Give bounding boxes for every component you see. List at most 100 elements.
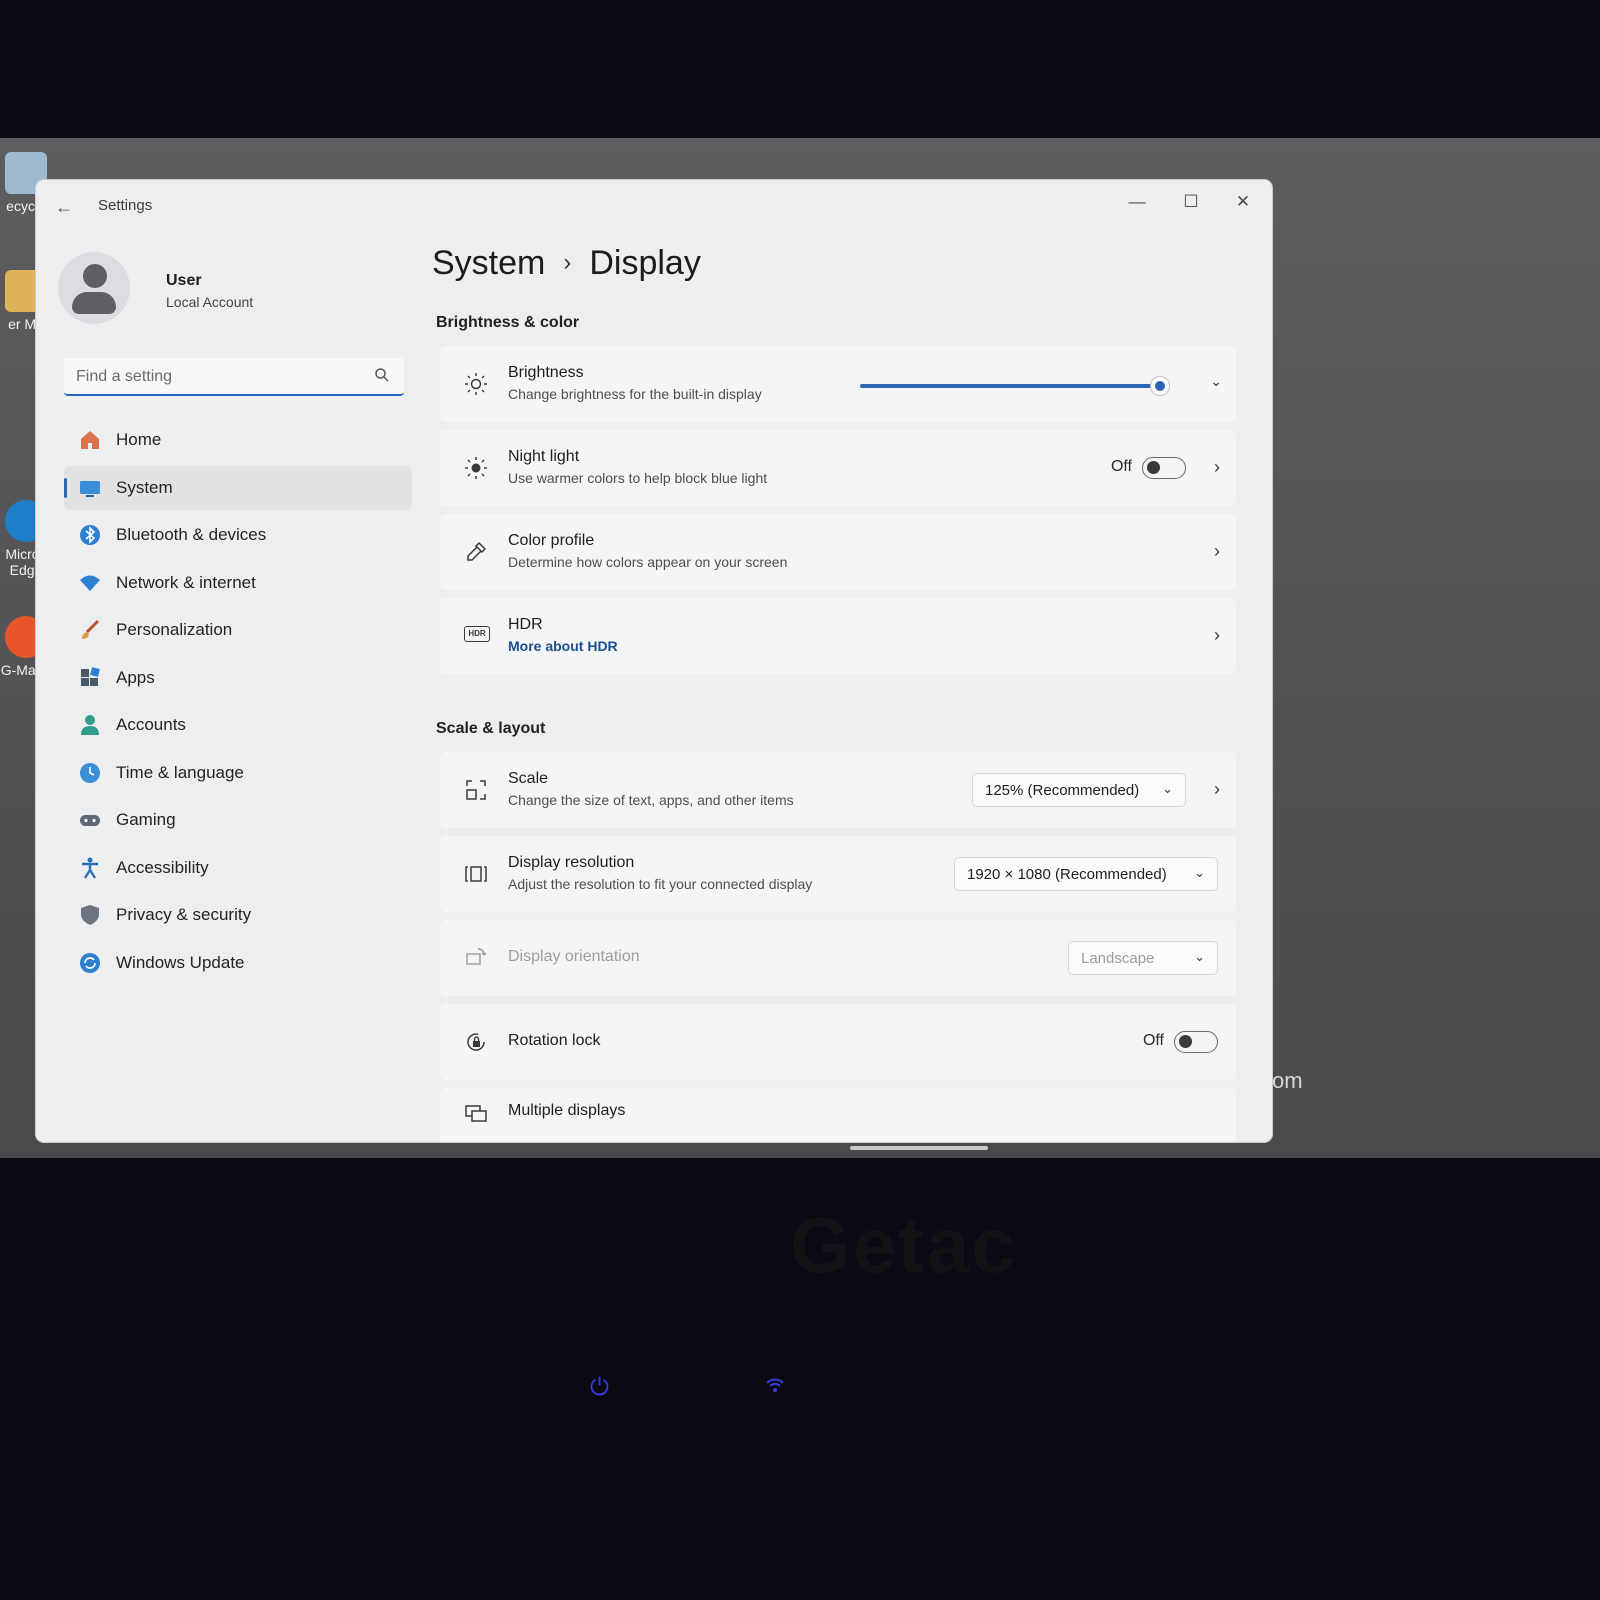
- sidebar-item-gaming[interactable]: Gaming: [64, 798, 412, 842]
- wallpaper-logo-fragment: om: [1272, 1068, 1303, 1093]
- sidebar-item-bluetooth[interactable]: Bluetooth & devices: [64, 513, 412, 557]
- chevron-right-icon[interactable]: ›: [1214, 541, 1220, 562]
- display-resolution-card[interactable]: Display resolution Adjust the resolution…: [440, 836, 1236, 912]
- search-icon[interactable]: [374, 367, 390, 383]
- night-light-icon: [465, 457, 487, 479]
- maximize-button[interactable]: ☐: [1166, 186, 1216, 218]
- avatar-body-shape: [72, 292, 116, 314]
- sidebar-item-accounts[interactable]: Accounts: [64, 703, 412, 747]
- gamepad-icon: [80, 815, 100, 826]
- breadcrumb-parent[interactable]: System: [432, 244, 545, 282]
- brightness-slider-thumb[interactable]: [1151, 377, 1169, 395]
- chevron-down-icon[interactable]: ⌄: [1210, 373, 1222, 390]
- eyedropper-icon: [467, 541, 487, 561]
- chevron-down-icon: ⌄: [1194, 949, 1205, 964]
- sidebar-item-label: Network & internet: [116, 572, 256, 592]
- sidebar-item-label: Personalization: [116, 620, 233, 639]
- display-orientation-title: Display orientation: [508, 948, 640, 965]
- display-resolution-dropdown[interactable]: 1920 × 1080 (Recommended) ⌄: [954, 857, 1218, 891]
- wifi-led-icon: [764, 1374, 786, 1403]
- sidebar-item-apps[interactable]: Apps: [64, 656, 412, 700]
- monitor-icon: [80, 480, 100, 497]
- night-light-toggle[interactable]: [1142, 457, 1186, 479]
- account-type: Local Account: [166, 294, 254, 310]
- scale-title: Scale: [508, 770, 549, 787]
- sun-icon: [465, 373, 487, 395]
- sidebar-item-label: Accounts: [116, 715, 186, 734]
- brightness-slider[interactable]: [860, 377, 1169, 395]
- rotation-lock-title: Rotation lock: [508, 1032, 601, 1049]
- user-name: User: [166, 272, 202, 289]
- multiple-displays-card[interactable]: Multiple displays: [440, 1088, 1236, 1142]
- multiple-displays-title: Multiple displays: [508, 1102, 626, 1119]
- toggle-knob: [1147, 461, 1160, 474]
- chevron-right-icon[interactable]: ›: [1214, 779, 1220, 800]
- display-orientation-value: Landscape: [1081, 950, 1155, 967]
- sidebar-item-windows-update[interactable]: Windows Update: [64, 941, 412, 985]
- color-profile-subtitle: Determine how colors appear on your scre…: [508, 554, 788, 570]
- home-indicator: [850, 1146, 988, 1150]
- display-resolution-value: 1920 × 1080 (Recommended): [967, 866, 1167, 883]
- sidebar-item-personalization[interactable]: Personalization: [64, 608, 412, 652]
- toggle-knob: [1179, 1035, 1192, 1048]
- page-title: Display: [589, 244, 701, 282]
- chevron-down-icon: ⌄: [1162, 781, 1173, 796]
- rotation-lock-card[interactable]: Rotation lock Off: [440, 1004, 1236, 1080]
- sidebar-item-accessibility[interactable]: Accessibility: [64, 846, 412, 890]
- settings-window: ← Settings — ☐ ✕ User Local Account Find…: [36, 180, 1272, 1142]
- sidebar-item-label: Accessibility: [116, 857, 209, 877]
- display-orientation-card: Display orientation Landscape ⌄: [440, 920, 1236, 996]
- sidebar-item-label: System: [116, 477, 173, 497]
- rotation-lock-toggle[interactable]: [1174, 1031, 1218, 1053]
- rotation-lock-state: Off: [1142, 1032, 1164, 1049]
- sidebar-item-network[interactable]: Network & internet: [64, 561, 412, 605]
- sidebar-item-privacy-security[interactable]: Privacy & security: [64, 893, 412, 937]
- breadcrumb: System › Display: [432, 244, 701, 283]
- chevron-right-icon[interactable]: ›: [1214, 457, 1220, 478]
- scale-dropdown[interactable]: 125% (Recommended) ⌄: [972, 773, 1186, 807]
- home-icon: [81, 431, 99, 449]
- sidebar-item-label: Gaming: [116, 810, 176, 829]
- close-button[interactable]: ✕: [1218, 186, 1268, 218]
- rotation-lock-icon: [467, 1033, 485, 1051]
- chevron-right-icon[interactable]: ›: [1214, 625, 1220, 646]
- sidebar-item-system[interactable]: System: [64, 465, 412, 510]
- hdr-card[interactable]: HDR HDR More about HDR ›: [440, 598, 1236, 674]
- brightness-subtitle: Change brightness for the built-in displ…: [508, 386, 762, 402]
- avatar-head-shape: [83, 264, 107, 288]
- night-light-card[interactable]: Night light Use warmer colors to help bl…: [440, 430, 1236, 506]
- more-about-hdr-link[interactable]: More about HDR: [508, 638, 618, 654]
- power-led-icon: ⏻: [590, 1374, 609, 1401]
- color-profile-card[interactable]: Color profile Determine how colors appea…: [440, 514, 1236, 590]
- scale-card[interactable]: Scale Change the size of text, apps, and…: [440, 752, 1236, 828]
- scale-icon: [466, 780, 486, 800]
- search-input[interactable]: Find a setting: [64, 358, 404, 396]
- sidebar-item-time-language[interactable]: Time & language: [64, 751, 412, 795]
- search-placeholder: Find a setting: [76, 368, 173, 385]
- chevron-down-icon: ⌄: [1194, 865, 1205, 880]
- brightness-title: Brightness: [508, 364, 584, 381]
- window-title: Settings: [98, 197, 153, 214]
- person-icon: [81, 715, 99, 735]
- display-orientation-dropdown: Landscape ⌄: [1068, 941, 1218, 975]
- bluetooth-icon: [80, 525, 100, 545]
- brightness-card[interactable]: Brightness Change brightness for the bui…: [440, 346, 1236, 422]
- night-light-state: Off: [1110, 458, 1132, 475]
- globe-clock-icon: [80, 762, 100, 783]
- scale-subtitle: Change the size of text, apps, and other…: [508, 792, 794, 808]
- bezel-brand-logo: Getac: [790, 1201, 1017, 1289]
- multiple-displays-icon: [465, 1105, 487, 1122]
- avatar: [58, 252, 130, 324]
- back-arrow-icon: ←: [55, 197, 73, 217]
- update-icon: [80, 952, 100, 973]
- wifi-icon: [80, 575, 100, 591]
- minimize-button[interactable]: —: [1112, 186, 1162, 218]
- resolution-icon: [465, 866, 487, 882]
- shield-icon: [81, 905, 99, 925]
- hdr-title: HDR: [508, 616, 543, 633]
- sidebar-item-label: Home: [116, 430, 162, 449]
- back-button[interactable]: ←: [50, 196, 78, 218]
- sidebar-item-label: Windows Update: [116, 952, 245, 972]
- sidebar-item-home[interactable]: Home: [64, 418, 412, 462]
- breadcrumb-chevron-icon: ›: [563, 249, 572, 276]
